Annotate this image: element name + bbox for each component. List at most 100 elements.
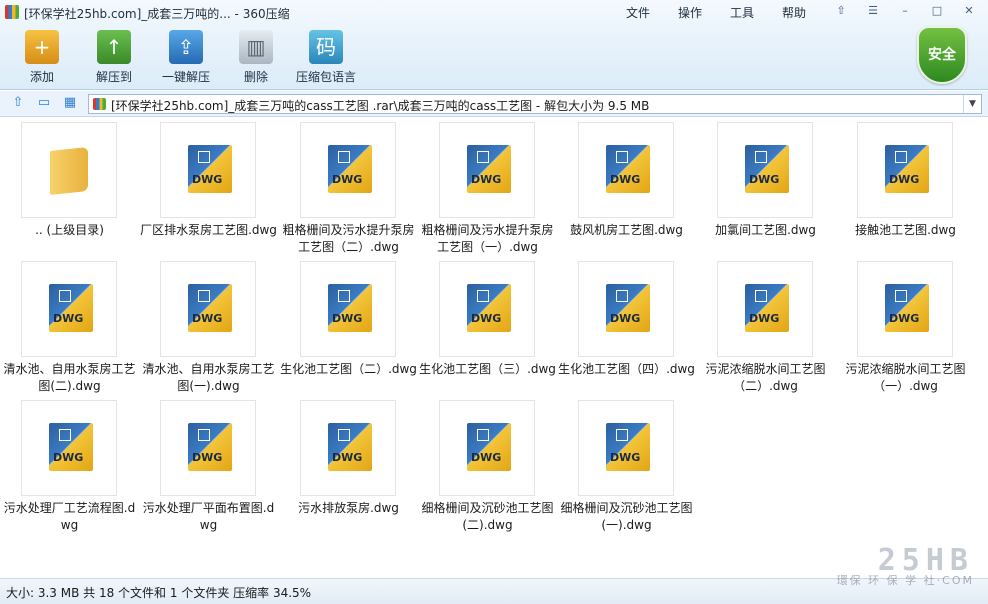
file-thumbnail: DWG	[160, 122, 256, 218]
archive-language-icon: 码	[309, 30, 343, 64]
file-item[interactable]: DWG 污水排放泵房.dwg	[279, 396, 418, 535]
skin-icon[interactable]: ⇧	[826, 2, 856, 21]
file-item[interactable]: DWG 清水池、自用水泵房工艺图(一).dwg	[139, 257, 278, 396]
file-item[interactable]: DWG 厂区排水泵房工艺图.dwg	[139, 118, 278, 257]
folder-icon	[50, 147, 88, 195]
file-thumbnail: DWG	[439, 400, 535, 496]
dwg-crosshair-shape	[616, 429, 628, 441]
file-thumbnail: DWG	[160, 400, 256, 496]
file-name: .. (上级目录)	[35, 223, 104, 237]
add-button[interactable]: + 添加	[8, 28, 76, 86]
dwg-badge: DWG	[610, 173, 641, 186]
dwg-crosshair-shape	[338, 290, 350, 302]
dwg-crosshair-shape	[477, 151, 489, 163]
file-item[interactable]: DWG 生化池工艺图（三）.dwg	[418, 257, 557, 396]
file-item[interactable]: DWG 污水处理厂平面布置图.dwg	[139, 396, 278, 535]
maximize-button[interactable]: □	[922, 2, 952, 21]
dwg-file-icon: DWG	[606, 284, 650, 332]
minimize-button[interactable]: –	[890, 2, 920, 21]
file-thumbnail: DWG	[439, 261, 535, 357]
window-controls: ⇧ ☰ – □ ✕	[826, 2, 984, 21]
dwg-crosshair-shape	[755, 290, 767, 302]
dwg-badge: DWG	[749, 312, 780, 325]
file-item[interactable]: DWG 接触池工艺图.dwg	[836, 118, 975, 257]
file-name: 厂区排水泵房工艺图.dwg	[140, 223, 277, 237]
file-thumbnail: DWG	[300, 400, 396, 496]
file-name: 细格栅间及沉砂池工艺图(一).dwg	[560, 501, 693, 532]
file-thumbnail: DWG	[578, 400, 674, 496]
file-item[interactable]: DWG 污泥浓缩脱水间工艺图（二）.dwg	[696, 257, 835, 396]
one-click-extract-button[interactable]: ⇪ 一键解压	[152, 28, 220, 86]
dwg-badge: DWG	[749, 173, 780, 186]
file-item[interactable]: DWG 生化池工艺图（四）.dwg	[557, 257, 696, 396]
view-list-icon[interactable]: ▭	[36, 96, 52, 110]
security-shield-icon[interactable]: 安全	[917, 26, 967, 84]
file-name: 生化池工艺图（四）.dwg	[558, 362, 695, 376]
file-item[interactable]: DWG 粗格栅间及污水提升泵房工艺图（一）.dwg	[418, 118, 557, 257]
file-thumbnail: DWG	[857, 122, 953, 218]
dwg-badge: DWG	[610, 312, 641, 325]
address-bar[interactable]: [环保学社25hb.com]_成套三万吨的cass工艺图 .rar\成套三万吨的…	[88, 94, 982, 114]
menu-help[interactable]: 帮助	[768, 4, 820, 21]
menu-tools[interactable]: 工具	[716, 4, 768, 21]
chevron-down-icon[interactable]: ▼	[963, 95, 981, 113]
dwg-badge: DWG	[192, 312, 223, 325]
file-item[interactable]: DWG 污水处理厂工艺流程图.dwg	[0, 396, 139, 535]
menu-operation[interactable]: 操作	[664, 4, 716, 21]
menu-list-icon[interactable]: ☰	[858, 2, 888, 21]
dwg-file-icon: DWG	[49, 423, 93, 471]
menu-file[interactable]: 文件	[612, 4, 664, 21]
dwg-file-icon: DWG	[328, 423, 372, 471]
file-item[interactable]: DWG 细格栅间及沉砂池工艺图(二).dwg	[418, 396, 557, 535]
dwg-file-icon: DWG	[328, 145, 372, 193]
dwg-crosshair-shape	[895, 290, 907, 302]
file-item[interactable]: DWG 粗格栅间及污水提升泵房工艺图（二）.dwg	[279, 118, 418, 257]
extract-to-button[interactable]: ↑ 解压到	[78, 28, 150, 86]
dwg-file-icon: DWG	[49, 284, 93, 332]
file-thumbnail: DWG	[857, 261, 953, 357]
file-item[interactable]: DWG 污泥浓缩脱水间工艺图（一）.dwg	[836, 257, 975, 396]
file-thumbnail: DWG	[578, 122, 674, 218]
dwg-crosshair-shape	[477, 290, 489, 302]
dwg-crosshair-shape	[755, 151, 767, 163]
dwg-crosshair-shape	[198, 429, 210, 441]
file-thumbnail: DWG	[578, 261, 674, 357]
delete-button[interactable]: ▥ 删除	[222, 28, 290, 86]
add-label: 添加	[29, 70, 54, 84]
archive-language-label: 压缩包语言	[295, 70, 356, 84]
close-button[interactable]: ✕	[954, 2, 984, 21]
file-item[interactable]: DWG 细格栅间及沉砂池工艺图(一).dwg	[557, 396, 696, 535]
app-icon	[5, 5, 19, 19]
watermark-logo: 25HB 環保 环 保 学 社·COM	[808, 543, 974, 601]
dwg-file-icon: DWG	[885, 145, 929, 193]
dwg-file-icon: DWG	[745, 145, 789, 193]
trash-icon: ▥	[239, 30, 273, 64]
file-item[interactable]: DWG 加氯间工艺图.dwg	[696, 118, 835, 257]
title-bar: [环保学社25hb.com]_成套三万吨的... - 360压缩 文件 操作 工…	[0, 0, 988, 24]
dwg-crosshair-shape	[198, 151, 210, 163]
dwg-file-icon: DWG	[606, 423, 650, 471]
file-name: 污泥浓缩脱水间工艺图（一）.dwg	[845, 362, 966, 393]
dwg-file-icon: DWG	[188, 423, 232, 471]
dwg-crosshair-shape	[338, 151, 350, 163]
file-name: 污水处理厂工艺流程图.dwg	[3, 501, 136, 532]
file-item[interactable]: DWG 鼓风机房工艺图.dwg	[557, 118, 696, 257]
dwg-crosshair-shape	[477, 429, 489, 441]
dwg-badge: DWG	[889, 173, 920, 186]
dwg-badge: DWG	[332, 312, 363, 325]
file-grid: .. (上级目录) DWG 厂区排水泵房工艺图.dwg DWG 粗格栅间及污水提升泵房工…	[0, 118, 988, 578]
file-name: 生化池工艺图（三）.dwg	[419, 362, 556, 376]
up-arrow-icon[interactable]: ⇧	[10, 96, 26, 110]
dwg-crosshair-shape	[338, 429, 350, 441]
file-item[interactable]: DWG 生化池工艺图（二）.dwg	[279, 257, 418, 396]
file-item[interactable]: DWG 清水池、自用水泵房工艺图(二).dwg	[0, 257, 139, 396]
view-grid-icon[interactable]: ▦	[62, 96, 78, 110]
parent-folder-item[interactable]: .. (上级目录)	[0, 118, 139, 257]
dwg-badge: DWG	[332, 451, 363, 464]
file-thumbnail: DWG	[160, 261, 256, 357]
file-thumbnail: DWG	[717, 122, 813, 218]
dwg-file-icon: DWG	[467, 423, 511, 471]
dwg-crosshair-shape	[59, 429, 71, 441]
archive-language-button[interactable]: 码 压缩包语言	[292, 28, 360, 86]
menu-bar: 文件 操作 工具 帮助	[612, 4, 820, 21]
